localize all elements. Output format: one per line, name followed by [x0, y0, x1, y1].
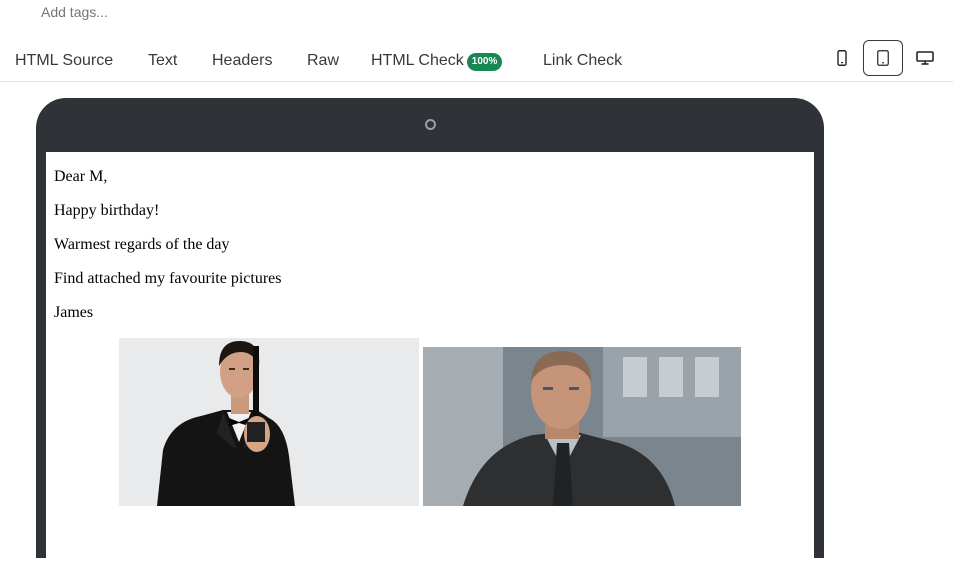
tablet-view-button[interactable] [863, 40, 903, 76]
tab-text[interactable]: Text [148, 52, 177, 70]
email-line: Happy birthday! [54, 202, 160, 219]
tab-html-check-label: HTML Check [371, 52, 464, 69]
email-signature: James [54, 304, 94, 321]
email-greeting: Dear M, [54, 168, 108, 185]
email-preview-screen[interactable]: Dear M, Happy birthday! Warmest regards … [46, 152, 814, 572]
tab-link-check[interactable]: Link Check [543, 52, 622, 70]
tab-html-check[interactable]: HTML Check 100% [371, 52, 503, 71]
tab-headers[interactable]: Headers [212, 52, 272, 70]
tablet-camera [425, 119, 436, 130]
email-line: Warmest regards of the day [54, 236, 230, 253]
attached-photo-2 [423, 347, 741, 506]
tab-html-source[interactable]: HTML Source [15, 52, 113, 70]
mobile-phone-icon [837, 50, 847, 66]
desktop-view-button[interactable] [905, 40, 945, 76]
attached-photo-1 [119, 338, 419, 506]
html-check-score-badge: 100% [466, 53, 503, 71]
tablet-device-frame: Dear M, Happy birthday! Warmest regards … [36, 98, 824, 572]
tags-input[interactable] [41, 4, 341, 20]
tablet-icon [877, 50, 889, 66]
mobile-view-button[interactable] [822, 40, 862, 76]
tab-raw[interactable]: Raw [307, 52, 339, 70]
desktop-monitor-icon [916, 51, 934, 65]
preview-tabs: HTML Source Text Headers Raw HTML Check 1… [0, 40, 953, 82]
email-line: Find attached my favourite pictures [54, 270, 282, 287]
